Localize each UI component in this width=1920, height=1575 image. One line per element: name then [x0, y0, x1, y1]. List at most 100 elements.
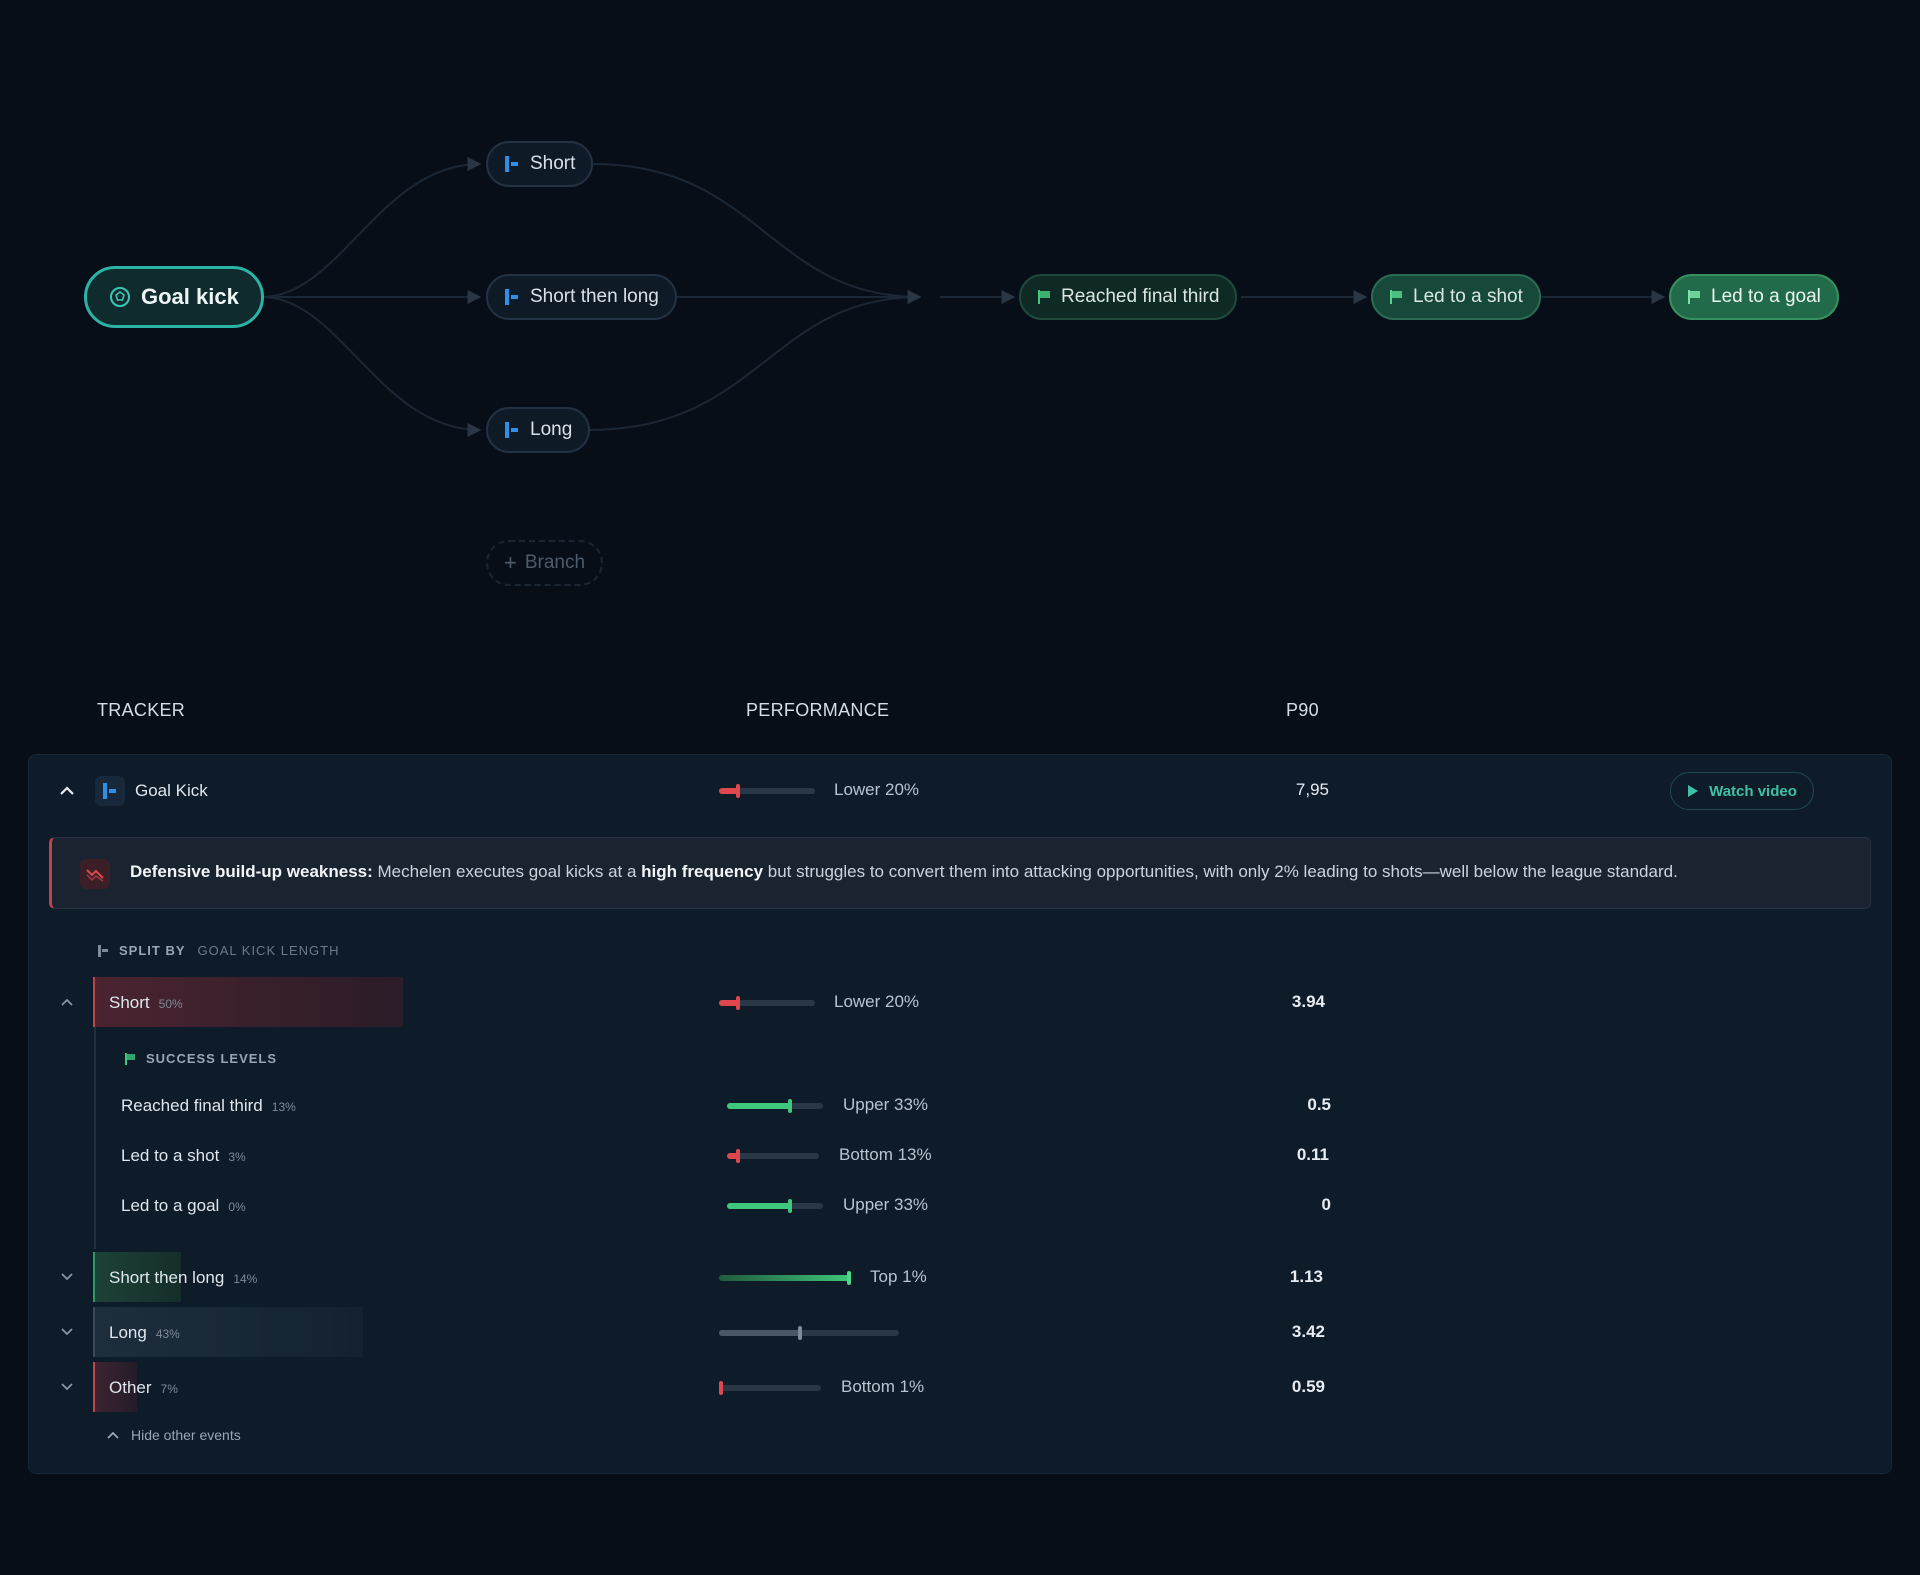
success-levels-heading: SUCCESS LEVELS [124, 1051, 277, 1066]
category-row-short-then-long[interactable]: Short then long 14% [109, 1268, 257, 1288]
branch-node-long[interactable]: Long [486, 407, 591, 453]
collapse-chevron-up-icon[interactable] [57, 992, 77, 1012]
branch-node-short-then-long[interactable]: Short then long [486, 274, 677, 320]
category-p90: 0.59 [1291, 1377, 1325, 1396]
category-performance-bar-short-then-long [719, 1271, 851, 1285]
watch-video-label: Watch video [1709, 782, 1797, 800]
goal-kick-node[interactable]: Goal kick [84, 266, 264, 328]
level-name: Led to a goal [121, 1196, 220, 1215]
category-performance-bar-short [719, 996, 815, 1010]
branch-node-short[interactable]: Short [486, 141, 594, 187]
hide-other-events-button[interactable]: Hide other events [107, 1427, 241, 1443]
category-name: Short then long [109, 1268, 225, 1287]
level-performance-text: Bottom 13% [839, 1145, 932, 1164]
play-icon [1687, 784, 1699, 798]
category-share: 50% [158, 997, 183, 1011]
category-share: 14% [233, 1272, 258, 1286]
category-row-other[interactable]: Other 7% [109, 1378, 178, 1398]
insight-highlight: high frequency [641, 862, 764, 881]
success-node-led-to-goal[interactable]: Led to a goal [1669, 274, 1839, 320]
insight-title: Defensive build-up weakness: [130, 862, 373, 881]
add-branch-label: Branch [524, 552, 586, 573]
insight-alert: Defensive build-up weakness: Mechelen ex… [49, 837, 1871, 909]
level-p90: 0.11 [1296, 1145, 1329, 1164]
flow-diagram: Goal kick Short Short then long Long + B… [0, 0, 1920, 640]
level-performance-bar-goal [727, 1199, 823, 1213]
category-name: Short [109, 993, 150, 1012]
category-performance-text: Lower 20% [834, 992, 920, 1011]
category-performance-text: Bottom 1% [841, 1377, 925, 1396]
success-node-label: Reached final third [1061, 286, 1220, 307]
split-by-title: SPLIT BY [119, 943, 186, 958]
level-share: 3% [228, 1150, 246, 1164]
header-p90: P90 [1286, 700, 1319, 720]
hide-other-events-label: Hide other events [131, 1427, 241, 1443]
category-p90: 3.42 [1291, 1322, 1325, 1341]
category-share: 43% [155, 1327, 180, 1341]
expand-chevron-down-icon[interactable] [57, 1377, 77, 1397]
soccer-ball-icon [109, 286, 131, 308]
success-node-reached-final-third[interactable]: Reached final third [1019, 274, 1238, 320]
category-performance-text: Top 1% [870, 1267, 927, 1286]
header-performance: PERFORMANCE [746, 700, 890, 720]
tracker-name: Goal Kick [135, 781, 208, 800]
collapse-chevron-up-icon[interactable] [57, 781, 77, 801]
split-icon [504, 155, 520, 173]
flag-icon [124, 1052, 136, 1066]
level-row-led-to-shot[interactable]: Led to a shot 3% [121, 1146, 246, 1166]
split-icon [95, 776, 125, 806]
insight-text: Defensive build-up weakness: Mechelen ex… [130, 862, 1678, 882]
level-p90: 0 [1321, 1195, 1331, 1214]
category-performance-bar-long [719, 1326, 899, 1340]
category-row-long[interactable]: Long 43% [109, 1323, 180, 1343]
success-node-label: Led to a shot [1413, 286, 1523, 307]
level-p90: 0.5 [1307, 1095, 1331, 1114]
category-name: Other [109, 1378, 152, 1397]
category-name: Long [109, 1323, 147, 1342]
category-performance-bar-other [719, 1381, 821, 1395]
nested-guide-line [94, 1027, 96, 1249]
split-by-value: GOAL KICK LENGTH [197, 943, 340, 958]
level-row-led-to-goal[interactable]: Led to a goal 0% [121, 1196, 246, 1216]
level-performance-bar-reached [727, 1099, 823, 1113]
flow-edges [261, 157, 1666, 437]
branch-node-label: Long [530, 419, 573, 440]
trend-down-icon [80, 859, 110, 889]
watch-video-button[interactable]: Watch video [1670, 772, 1814, 810]
category-share: 7% [160, 1382, 178, 1396]
insight-text-1: Mechelen executes goal kicks at a [372, 862, 642, 881]
split-icon [97, 944, 109, 958]
branch-node-label: Short [530, 153, 576, 174]
success-levels-title: SUCCESS LEVELS [146, 1051, 278, 1066]
branch-node-label: Short then long [530, 286, 659, 307]
expand-chevron-down-icon[interactable] [57, 1267, 77, 1287]
level-name: Reached final third [121, 1096, 263, 1115]
tracker-panel: Goal Kick Lower 20% 7,95 Watch video Def… [28, 754, 1892, 1474]
tracker-p90: 7,95 [1295, 780, 1329, 799]
flag-icon [1037, 289, 1051, 305]
category-p90: 3.94 [1291, 992, 1325, 1011]
split-icon [504, 421, 520, 439]
goal-kick-node-label: Goal kick [141, 284, 239, 309]
category-row-short[interactable]: Short 50% [109, 993, 183, 1013]
tracker-performance-bar [719, 784, 815, 798]
level-row-reached-final-third[interactable]: Reached final third 13% [121, 1096, 296, 1116]
level-share: 13% [271, 1100, 296, 1114]
success-node-led-to-shot[interactable]: Led to a shot [1371, 274, 1541, 320]
flag-icon [1687, 289, 1701, 305]
level-share: 0% [228, 1200, 246, 1214]
chevron-up-icon [107, 1431, 119, 1439]
edge-start-short [261, 157, 482, 298]
header-tracker: TRACKER [97, 700, 186, 720]
add-branch-button[interactable]: + Branch [486, 540, 604, 586]
level-performance-text: Upper 33% [843, 1095, 929, 1114]
tracker-performance-text: Lower 20% [834, 780, 920, 799]
level-performance-bar-shot [727, 1149, 819, 1163]
plus-icon: + [504, 550, 517, 575]
category-p90: 1.13 [1289, 1267, 1323, 1286]
success-node-label: Led to a goal [1711, 286, 1821, 307]
edge-start-long [261, 296, 482, 437]
level-performance-text: Upper 33% [843, 1195, 929, 1214]
level-name: Led to a shot [121, 1146, 220, 1165]
expand-chevron-down-icon[interactable] [57, 1322, 77, 1342]
